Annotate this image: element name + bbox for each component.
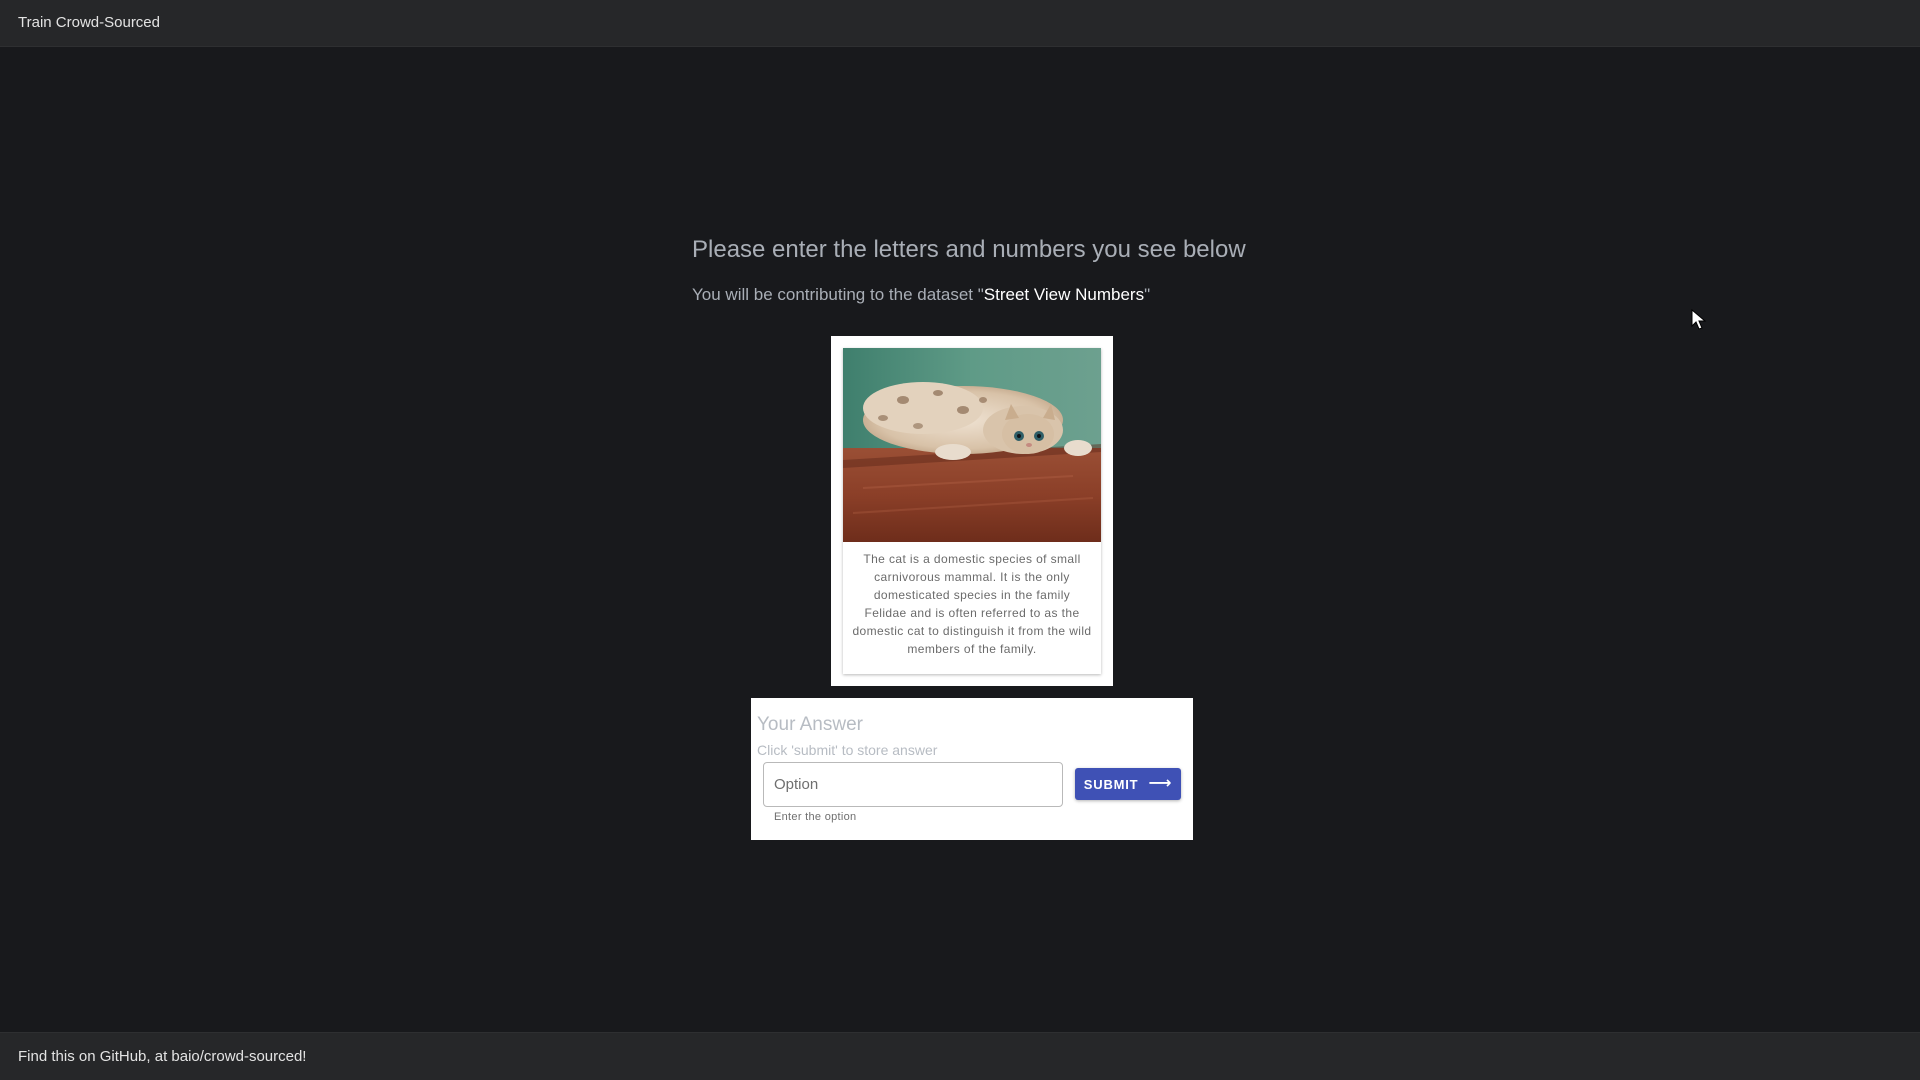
captcha-image-card: The cat is a domestic species of small c… (831, 336, 1113, 686)
subheading-prefix: You will be contributing to the dataset … (692, 285, 984, 304)
subheading-suffix: " (1144, 285, 1151, 304)
dataset-subheading: You will be contributing to the dataset … (692, 285, 1150, 305)
dataset-name: Street View Numbers (983, 285, 1145, 304)
cat-photo (843, 348, 1101, 542)
option-input[interactable] (763, 762, 1063, 807)
mouse-pointer-icon (1691, 309, 1707, 330)
arrow-right-icon: ⟶ (1148, 775, 1173, 792)
answer-card-title: Your Answer (757, 714, 863, 735)
app-header: Train Crowd-Sourced (0, 0, 1920, 47)
input-helper-text: Enter the option (774, 811, 857, 823)
github-link[interactable]: Find this on GitHub, at baio/crowd-sourc… (18, 1048, 306, 1065)
image-caption: The cat is a domestic species of small c… (852, 552, 1092, 656)
app-title: Train Crowd-Sourced (18, 14, 160, 31)
submit-button[interactable]: SUBMIT ⟶ (1075, 768, 1181, 800)
submit-label: SUBMIT (1083, 776, 1139, 792)
image-card-inner: The cat is a domestic species of small c… (843, 348, 1101, 674)
page-heading: Please enter the letters and numbers you… (692, 236, 1246, 263)
answer-card-subtitle: Click 'submit' to store answer (757, 742, 938, 758)
answer-card: Your Answer Click 'submit' to store answ… (751, 698, 1193, 840)
app-footer: Find this on GitHub, at baio/crowd-sourc… (0, 1032, 1920, 1080)
